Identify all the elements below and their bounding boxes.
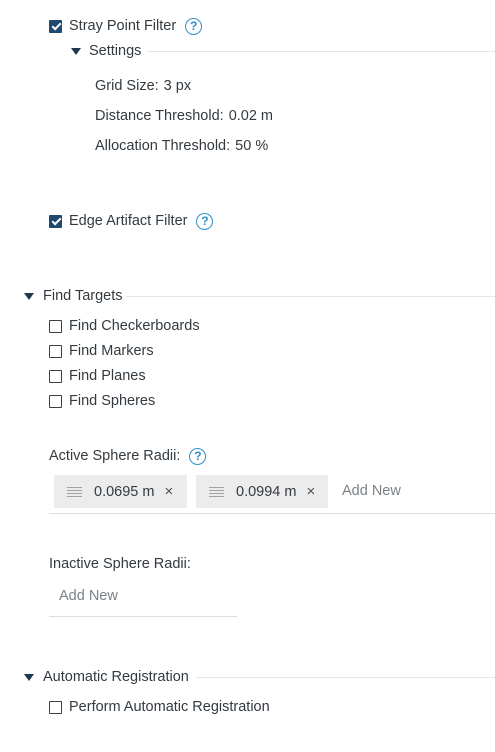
distance-threshold-value[interactable]: 0.02 m xyxy=(229,108,273,124)
stray-point-filter-label: Stray Point Filter xyxy=(69,18,177,34)
active-radii-underline xyxy=(49,513,495,514)
radius-chip-value: 0.0695 m xyxy=(94,483,155,500)
help-icon[interactable]: ? xyxy=(189,447,207,465)
allocation-threshold-value[interactable]: 50 % xyxy=(235,138,268,154)
find-markers-option[interactable]: Find Markers xyxy=(49,341,154,361)
find-markers-label: Find Markers xyxy=(69,343,154,359)
collapse-triangle-icon[interactable] xyxy=(24,673,34,681)
radius-chip[interactable]: 0.0695 m × xyxy=(54,475,187,508)
inactive-sphere-radii-label: Inactive Sphere Radii: xyxy=(49,556,191,572)
allocation-threshold-label: Allocation Threshold: xyxy=(95,138,231,154)
close-icon[interactable]: × xyxy=(164,483,173,500)
inactive-radii-underline xyxy=(49,616,237,617)
collapse-triangle-icon[interactable] xyxy=(24,292,34,300)
distance-threshold-label: Distance Threshold: xyxy=(95,108,224,124)
find-targets-title: Find Targets xyxy=(43,288,123,304)
perform-automatic-registration-label: Perform Automatic Registration xyxy=(69,699,270,715)
drag-handle-icon[interactable] xyxy=(67,486,82,497)
settings-header[interactable]: Settings xyxy=(71,41,141,61)
stray-point-filter-row: Stray Point Filter ? xyxy=(49,16,203,36)
edge-artifact-filter-checkbox[interactable] xyxy=(49,214,62,228)
perform-automatic-registration-option[interactable]: Perform Automatic Registration xyxy=(49,697,270,717)
find-targets-divider xyxy=(126,296,495,297)
settings-divider xyxy=(147,51,495,52)
find-spheres-label: Find Spheres xyxy=(69,393,156,409)
find-checkerboards-label: Find Checkerboards xyxy=(69,318,200,334)
help-icon[interactable]: ? xyxy=(196,212,214,230)
settings-title: Settings xyxy=(89,43,142,59)
stray-point-filter-checkbox[interactable] xyxy=(49,19,62,33)
grid-size-value[interactable]: 3 px xyxy=(164,78,191,94)
inactive-radii-add-new-input[interactable]: Add New xyxy=(59,586,118,606)
find-spheres-option[interactable]: Find Spheres xyxy=(49,391,155,411)
distance-threshold-field: Distance Threshold: 0.02 m xyxy=(95,106,273,126)
find-targets-header[interactable]: Find Targets xyxy=(24,286,123,306)
automatic-registration-header[interactable]: Automatic Registration xyxy=(24,667,189,687)
radius-chip-value: 0.0994 m xyxy=(236,483,297,500)
collapse-triangle-icon[interactable] xyxy=(71,47,81,55)
close-icon[interactable]: × xyxy=(306,483,315,500)
find-planes-option[interactable]: Find Planes xyxy=(49,366,146,386)
grid-size-field: Grid Size: 3 px xyxy=(95,76,191,96)
find-planes-label: Find Planes xyxy=(69,368,146,384)
edge-artifact-filter-label: Edge Artifact Filter xyxy=(69,213,188,229)
grid-size-label: Grid Size: xyxy=(95,78,159,94)
allocation-threshold-field: Allocation Threshold: 50 % xyxy=(95,136,268,156)
find-planes-checkbox[interactable] xyxy=(49,369,62,383)
help-icon[interactable]: ? xyxy=(185,17,203,35)
active-radii-add-new-input[interactable]: Add New xyxy=(342,481,401,501)
perform-automatic-registration-checkbox[interactable] xyxy=(49,700,62,714)
find-checkerboards-option[interactable]: Find Checkerboards xyxy=(49,316,200,336)
find-spheres-checkbox[interactable] xyxy=(49,394,62,408)
radius-chip[interactable]: 0.0994 m × xyxy=(196,475,328,508)
find-checkerboards-checkbox[interactable] xyxy=(49,319,62,333)
find-markers-checkbox[interactable] xyxy=(49,344,62,358)
automatic-registration-title: Automatic Registration xyxy=(43,669,189,685)
automatic-registration-divider xyxy=(196,677,495,678)
active-sphere-radii-header: Active Sphere Radii: ? xyxy=(49,446,207,466)
drag-handle-icon[interactable] xyxy=(209,486,224,497)
edge-artifact-filter-row: Edge Artifact Filter ? xyxy=(49,211,214,231)
active-sphere-radii-label: Active Sphere Radii: xyxy=(49,448,181,464)
